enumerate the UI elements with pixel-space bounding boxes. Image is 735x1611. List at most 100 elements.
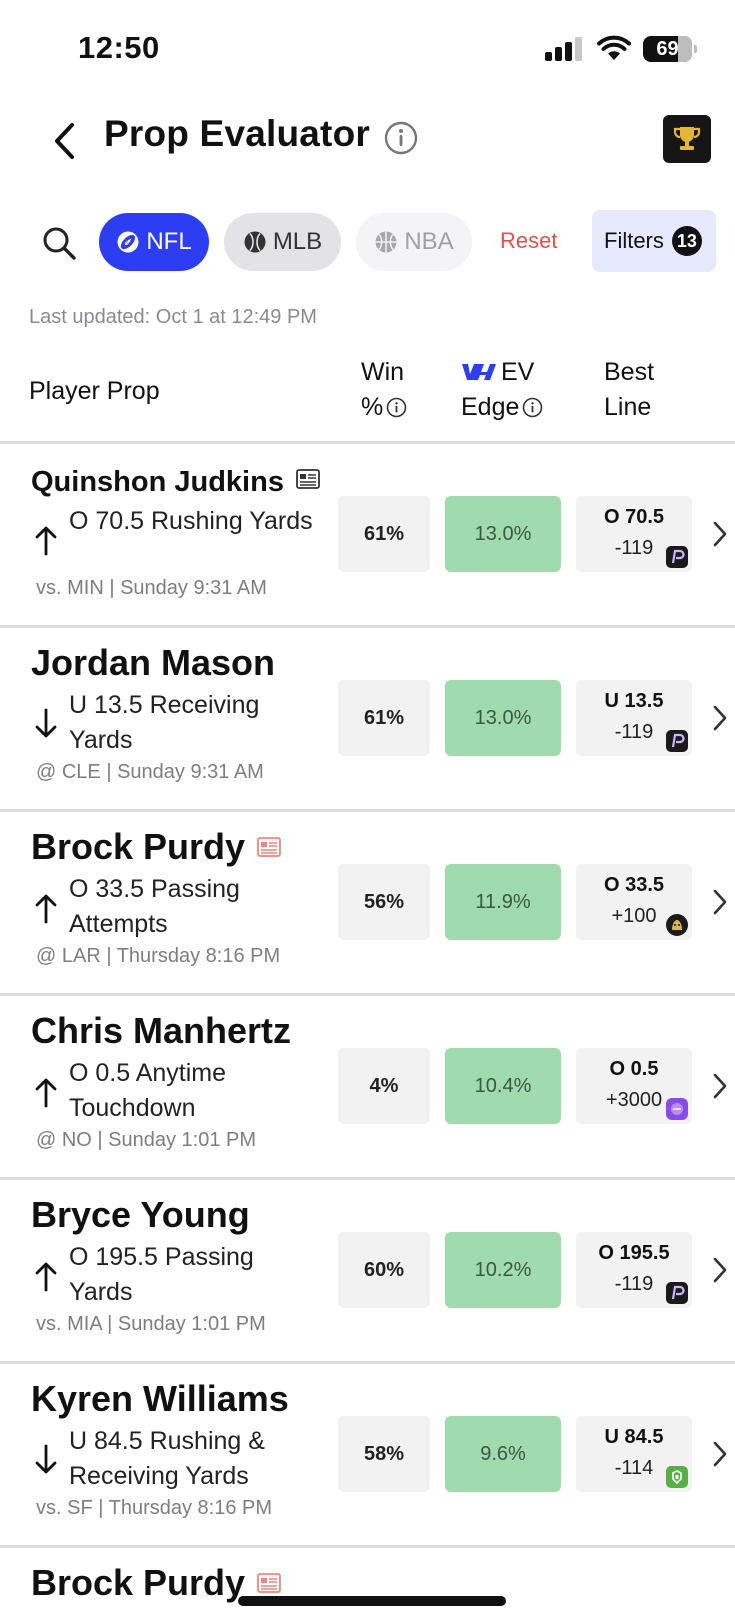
sport-chip-nfl[interactable]: NFL: [99, 213, 209, 271]
prop-description: O 70.5 Rushing Yards: [69, 507, 313, 535]
best-line-value: O 70.5: [603, 506, 665, 528]
ev-edge-cell: 13.0%: [445, 680, 561, 756]
column-header-ev-label: EV: [501, 358, 535, 386]
game-info: @ CLE | Sunday 9:31 AM: [36, 761, 264, 783]
prop-row[interactable]: Brock Purdy O 33.5 Passing Attempts @ LAR …: [0, 812, 735, 996]
battery-icon: 69: [643, 36, 697, 62]
chevron-right-icon[interactable]: [712, 704, 728, 732]
sport-chip-nba[interactable]: NBA: [356, 213, 472, 271]
leaderboard-button[interactable]: [663, 115, 711, 163]
chevron-right-icon[interactable]: [712, 888, 728, 916]
filters-button[interactable]: Filters 13: [592, 210, 716, 272]
prop-row[interactable]: Jordan Mason U 13.5 Receiving Yards @ CLE …: [0, 628, 735, 812]
prop-description: U 13.5 Receiving Yards: [69, 691, 260, 754]
arrow-down-icon: [35, 708, 57, 738]
last-updated-text: Last updated: Oct 1 at 12:49 PM: [29, 306, 317, 328]
status-time: 12:50: [78, 30, 160, 65]
hard-rock-logo-icon: [666, 1098, 688, 1120]
best-line-value: O 195.5: [598, 1242, 670, 1264]
best-line-cell[interactable]: O 0.5 +3000: [576, 1048, 692, 1124]
arrow-up-icon: [35, 1078, 57, 1108]
arrow-up-icon: [35, 894, 57, 924]
chevron-right-icon[interactable]: [712, 1256, 728, 1284]
prop-row[interactable]: Chris Manhertz O 0.5 Anytime Touchdown @ N…: [0, 996, 735, 1180]
win-percent-cell: 56%: [338, 864, 430, 940]
column-header-player-prop[interactable]: Player Prop: [29, 374, 160, 409]
reset-button[interactable]: Reset: [500, 228, 557, 254]
best-line-cell[interactable]: O 195.5 -119: [576, 1232, 692, 1308]
win-percent-cell: 61%: [338, 496, 430, 572]
chevron-left-icon: [55, 123, 74, 159]
status-bar: 12:50 69: [0, 0, 735, 96]
info-icon[interactable]: [522, 397, 543, 418]
win-percent-cell: 4%: [338, 1048, 430, 1124]
filters-count-badge: 13: [671, 226, 702, 256]
best-line-value: O 33.5: [603, 874, 665, 896]
column-header-best-label: Best: [604, 358, 655, 386]
player-name: Kyren Williams: [31, 1378, 289, 1420]
column-header-win[interactable]: Win %: [361, 355, 407, 425]
info-icon[interactable]: [384, 121, 418, 155]
ev-edge-cell: 13.0%: [445, 496, 561, 572]
player-name: Brock Purdy: [31, 826, 281, 868]
prop-description: O 195.5 Passing Yards: [69, 1243, 254, 1306]
battery-level: 69: [656, 38, 679, 60]
back-button[interactable]: [44, 118, 84, 164]
sport-chip-label: NBA: [404, 228, 454, 255]
win-percent-cell: 61%: [338, 680, 430, 756]
win-percent-cell: 58%: [338, 1416, 430, 1492]
prizepicks-logo-icon: [666, 546, 688, 568]
column-header-line-label: Line: [604, 393, 652, 421]
ev-edge-cell: 11.9%: [445, 864, 561, 940]
best-line-cell[interactable]: O 70.5 -119: [576, 496, 692, 572]
wifi-icon: [597, 35, 631, 60]
sport-chip-label: NFL: [146, 228, 192, 255]
trophy-icon: [673, 127, 701, 150]
cellular-signal-icon: [545, 37, 585, 61]
best-line-cell[interactable]: U 13.5 -119: [576, 680, 692, 756]
basketball-icon: [375, 231, 397, 253]
best-line-value: O 0.5: [609, 1058, 659, 1080]
chevron-right-icon[interactable]: [712, 1072, 728, 1100]
info-icon[interactable]: [386, 397, 407, 418]
prop-row[interactable]: Kyren Williams U 84.5 Rushing & Receiving…: [0, 1364, 735, 1548]
prop-description: U 84.5 Rushing & Receiving Yards: [69, 1427, 265, 1490]
game-info: @ NO | Sunday 1:01 PM: [36, 1129, 257, 1151]
best-line-cell[interactable]: O 33.5 +100: [576, 864, 692, 940]
home-indicator[interactable]: [238, 1596, 506, 1606]
column-header-win-unit: %: [361, 393, 384, 421]
prop-description: O 33.5 Passing Attempts: [69, 875, 240, 938]
game-info: @ LAR | Thursday 8:16 PM: [36, 945, 281, 967]
best-line-value: U 13.5: [604, 690, 664, 712]
arrow-down-icon: [35, 1444, 57, 1474]
baseball-icon: [244, 231, 266, 253]
chevron-right-icon[interactable]: [712, 1440, 728, 1468]
chevron-right-icon[interactable]: [712, 520, 728, 548]
game-info: vs. MIA | Sunday 1:01 PM: [36, 1313, 266, 1335]
player-name: Chris Manhertz: [31, 1010, 291, 1052]
column-header-ev-edge[interactable]: EV Edge: [461, 355, 543, 425]
player-name-text: Jordan Mason: [31, 642, 276, 683]
column-header-edge-label: Edge: [461, 393, 520, 421]
game-info: vs. SF | Thursday 8:16 PM: [36, 1497, 273, 1519]
player-name-text: Kyren Williams: [31, 1378, 289, 1419]
search-icon[interactable]: [40, 224, 78, 262]
player-name-text: Chris Manhertz: [31, 1010, 292, 1051]
prop-row[interactable]: Quinshon Judkins O 70.5 Rushing Yards vs. …: [0, 444, 735, 628]
player-name: Quinshon Judkins: [31, 466, 320, 499]
underdog-logo-icon: [666, 914, 688, 936]
prop-row[interactable]: Bryce Young O 195.5 Passing Yards vs. MIA …: [0, 1180, 735, 1364]
player-name-text: Bryce Young: [31, 1194, 250, 1235]
best-line-cell[interactable]: U 84.5 -114: [576, 1416, 692, 1492]
sport-chip-mlb[interactable]: MLB: [224, 213, 341, 271]
column-header-best-line[interactable]: Best Line: [604, 355, 654, 425]
win-percent-cell: 60%: [338, 1232, 430, 1308]
sport-chip-label: MLB: [272, 228, 323, 255]
news-icon[interactable]: [257, 837, 281, 857]
news-icon[interactable]: [296, 469, 320, 489]
column-header-win-label: Win: [361, 358, 405, 386]
news-icon[interactable]: [257, 1573, 281, 1593]
player-name: Bryce Young: [31, 1194, 250, 1236]
best-line-value: U 84.5: [604, 1426, 664, 1448]
page-title: Prop Evaluator: [104, 113, 370, 154]
